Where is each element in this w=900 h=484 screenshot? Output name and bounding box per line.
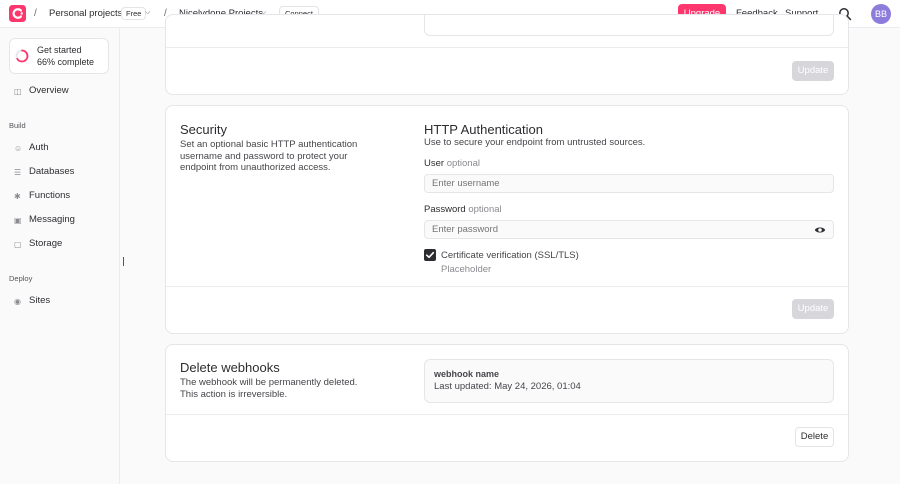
section-title: Delete webhooks bbox=[180, 360, 280, 375]
password-input[interactable] bbox=[424, 220, 834, 239]
sidebar-item-label: Overview bbox=[29, 85, 69, 96]
progress-ring-icon bbox=[15, 49, 29, 63]
section-description: The webhook will be permanently deleted.… bbox=[180, 377, 358, 400]
users-icon: ☺ bbox=[14, 144, 23, 153]
build-section-label: Build bbox=[9, 121, 26, 130]
org-selector[interactable]: Personal projects bbox=[49, 8, 122, 19]
progress-label: 66% complete bbox=[37, 57, 95, 67]
database-icon: ☰ bbox=[14, 168, 22, 177]
bar-chart-icon: ◫ bbox=[14, 87, 22, 96]
sidebar-item-label: Functions bbox=[29, 190, 71, 201]
sidebar-item-databases[interactable]: ☰ Databases bbox=[14, 166, 74, 180]
breadcrumb-separator: / bbox=[34, 8, 37, 19]
chevron-down-icon[interactable]: ⌵ bbox=[145, 9, 150, 17]
sidebar-item-label: Databases bbox=[29, 166, 75, 177]
input-field-bottom bbox=[424, 15, 834, 36]
sidebar-item-overview[interactable]: ◫ Overview bbox=[14, 85, 69, 99]
delete-webhook-card: Delete webhooks The webhook will be perm… bbox=[165, 344, 849, 462]
user-label: User optional bbox=[424, 158, 480, 169]
certificate-label: Certificate verification (SSL/TLS) bbox=[441, 250, 579, 261]
sidebar-item-storage[interactable]: ▢ Storage bbox=[14, 238, 62, 252]
update-button[interactable]: Update bbox=[792, 299, 834, 319]
sidebar-item-sites[interactable]: ◉ Sites bbox=[14, 295, 50, 309]
certificate-checkbox[interactable] bbox=[424, 249, 436, 261]
sidebar-item-functions[interactable]: ✱ Functions bbox=[14, 190, 70, 204]
section-description: Set an optional basic HTTP authenticatio… bbox=[180, 139, 358, 173]
sidebar-item-auth[interactable]: ☺ Auth bbox=[14, 142, 49, 156]
lightning-icon: ✱ bbox=[14, 192, 21, 201]
certificate-description: Placeholder bbox=[441, 264, 492, 275]
security-card: Security Set an optional basic HTTP auth… bbox=[165, 105, 849, 334]
card-footer: Delete bbox=[166, 414, 848, 461]
delete-button[interactable]: Delete bbox=[795, 427, 834, 447]
sidebar-item-label: Messaging bbox=[29, 214, 75, 225]
section-title: Security bbox=[180, 122, 227, 137]
avatar[interactable]: BB bbox=[871, 4, 891, 24]
appwrite-logo-icon[interactable] bbox=[9, 5, 26, 22]
deploy-section-label: Deploy bbox=[9, 274, 33, 283]
webhook-summary-box: webhook name Last updated: May 24, 2026,… bbox=[424, 359, 834, 403]
plan-badge: Free bbox=[121, 7, 147, 20]
http-auth-title: HTTP Authentication bbox=[424, 122, 543, 137]
username-input[interactable] bbox=[424, 174, 834, 193]
previous-settings-card: Update bbox=[165, 14, 849, 95]
folder-icon: ▢ bbox=[14, 240, 22, 249]
sidebar-resize-handle[interactable] bbox=[123, 257, 124, 266]
globe-icon: ◉ bbox=[14, 297, 21, 306]
card-footer: Update bbox=[166, 47, 848, 94]
checkmark-icon bbox=[426, 251, 435, 259]
password-label: Password optional bbox=[424, 204, 502, 215]
get-started-label: Get started bbox=[37, 45, 82, 55]
sidebar-item-label: Sites bbox=[29, 295, 51, 306]
sidebar-item-label: Auth bbox=[29, 142, 49, 153]
message-icon: ▣ bbox=[14, 216, 22, 225]
card-footer: Update bbox=[166, 286, 848, 333]
http-auth-subtitle: Use to secure your endpoint from untrust… bbox=[424, 137, 646, 148]
sidebar: Get started 66% complete ◫ Overview Build… bbox=[0, 28, 120, 484]
sidebar-item-messaging[interactable]: ▣ Messaging bbox=[14, 214, 75, 228]
get-started-card[interactable]: Get started 66% complete bbox=[9, 38, 109, 74]
update-button[interactable]: Update bbox=[792, 61, 834, 81]
eye-icon[interactable] bbox=[814, 224, 826, 236]
webhook-name: webhook name bbox=[434, 369, 500, 379]
sidebar-item-label: Storage bbox=[29, 238, 63, 249]
webhook-last-updated: Last updated: May 24, 2026, 01:04 bbox=[434, 381, 581, 392]
